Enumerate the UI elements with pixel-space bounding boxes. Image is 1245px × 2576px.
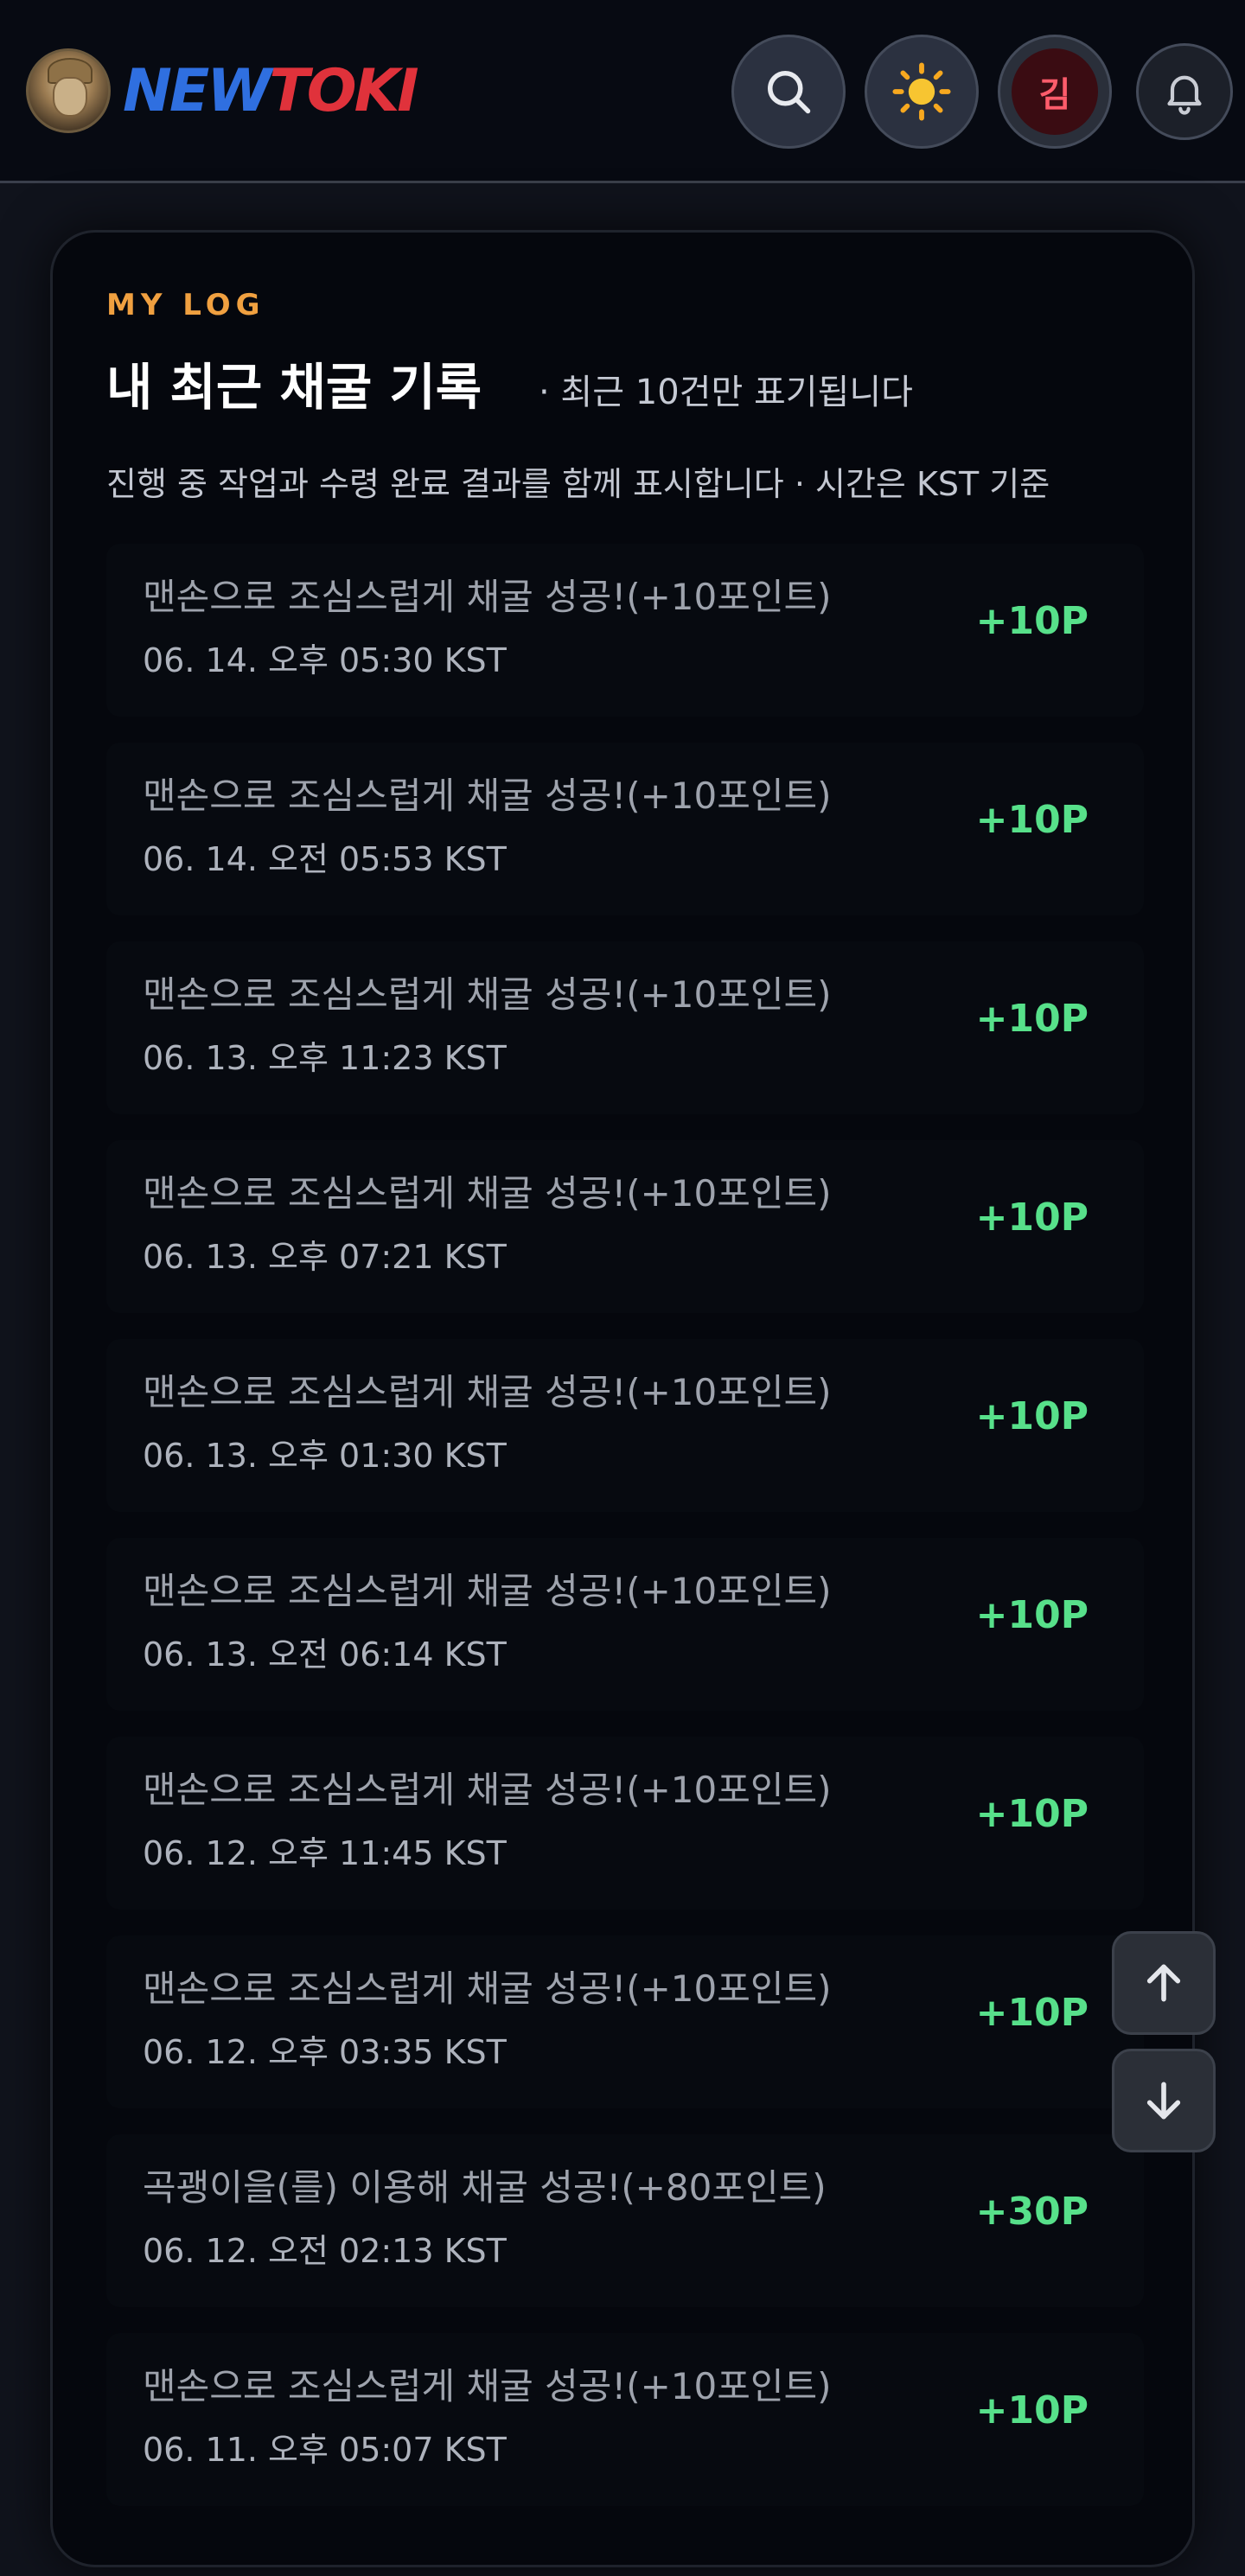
log-item-title: 맨손으로 조심스럽게 채굴 성공!(+10포인트) — [143, 973, 832, 1016]
log-item-title: 곡괭이을(를) 이용해 채굴 성공!(+80포인트) — [143, 2166, 827, 2209]
list-item: 맨손으로 조심스럽게 채굴 성공!(+10포인트) 06. 13. 오전 06:… — [106, 1538, 1144, 1711]
list-item: 곡괭이을(를) 이용해 채굴 성공!(+80포인트) 06. 12. 오전 02… — [106, 2134, 1144, 2307]
list-item: 맨손으로 조심스럽게 채굴 성공!(+10포인트) 06. 14. 오전 05:… — [106, 743, 1144, 915]
log-item-points: +30P — [975, 2190, 1089, 2234]
log-item-title: 맨손으로 조심스럽게 채굴 성공!(+10포인트) — [143, 1371, 832, 1413]
list-item: 맨손으로 조심스럽게 채굴 성공!(+10포인트) 06. 14. 오후 05:… — [106, 544, 1144, 717]
section-subtitle: 진행 중 작업과 수령 완료 결과를 함께 표시합니다 · 시간은 KST 기준 — [106, 465, 1050, 503]
log-item-title: 맨손으로 조심스럽게 채굴 성공!(+10포인트) — [143, 775, 832, 817]
log-item-time: 06. 13. 오후 07:21 KST — [143, 1238, 507, 1276]
log-item-time: 06. 12. 오후 11:45 KST — [143, 1834, 507, 1872]
list-item: 맨손으로 조심스럽게 채굴 성공!(+10포인트) 06. 12. 오후 11:… — [106, 1737, 1144, 1910]
log-item-title: 맨손으로 조심스럽게 채굴 성공!(+10포인트) — [143, 1570, 832, 1612]
log-item-points: +10P — [975, 997, 1089, 1041]
section-eyebrow: MY LOG — [106, 288, 265, 322]
arrow-up-icon — [1146, 1964, 1181, 2002]
log-item-points: +10P — [975, 2388, 1089, 2433]
site-logo-avatar[interactable] — [26, 48, 111, 133]
log-item-title: 맨손으로 조심스럽게 채굴 성공!(+10포인트) — [143, 1967, 832, 2010]
log-item-time: 06. 14. 오후 05:30 KST — [143, 641, 507, 679]
log-item-time: 06. 12. 오후 03:35 KST — [143, 2033, 507, 2071]
log-item-points: +10P — [975, 1792, 1089, 1836]
brand-part-toki: TOKI — [269, 57, 418, 125]
list-item: 맨손으로 조심스럽게 채굴 성공!(+10포인트) 06. 11. 오후 05:… — [106, 2333, 1144, 2506]
user-avatar: 김 — [1012, 48, 1098, 135]
log-item-time: 06. 11. 오후 05:07 KST — [143, 2431, 507, 2469]
log-item-points: +10P — [975, 798, 1089, 842]
user-initial: 김 — [1038, 75, 1071, 115]
log-item-time: 06. 14. 오전 05:53 KST — [143, 840, 507, 878]
log-item-points: +10P — [975, 1991, 1089, 2035]
search-button[interactable] — [731, 35, 846, 149]
log-item-title: 맨손으로 조심스럽게 채굴 성공!(+10포인트) — [143, 1172, 832, 1215]
log-item-title: 맨손으로 조심스럽게 채굴 성공!(+10포인트) — [143, 576, 832, 618]
list-item: 맨손으로 조심스럽게 채굴 성공!(+10포인트) 06. 12. 오후 03:… — [106, 1935, 1144, 2108]
list-item: 맨손으로 조심스럽게 채굴 성공!(+10포인트) 06. 13. 오후 01:… — [106, 1339, 1144, 1512]
page-title: 내 최근 채굴 기록 — [106, 358, 482, 417]
brand-part-new: NEW — [123, 57, 271, 125]
list-item: 맨손으로 조심스럽게 채굴 성공!(+10포인트) 06. 13. 오후 07:… — [106, 1140, 1144, 1313]
log-item-points: +10P — [975, 1593, 1089, 1637]
list-item: 맨손으로 조심스럽게 채굴 성공!(+10포인트) 06. 13. 오후 11:… — [106, 941, 1144, 1114]
log-item-time: 06. 12. 오전 02:13 KST — [143, 2232, 507, 2270]
site-logo-text[interactable]: NEWTOKI — [123, 55, 419, 128]
log-item-title: 맨손으로 조심스럽게 채굴 성공!(+10포인트) — [143, 2365, 832, 2407]
log-item-points: +10P — [975, 599, 1089, 643]
top-header: NEWTOKI 김 — [0, 0, 1245, 183]
user-profile-button[interactable]: 김 — [998, 35, 1112, 149]
log-list: 맨손으로 조심스럽게 채굴 성공!(+10포인트) 06. 14. 오후 05:… — [106, 544, 1144, 2532]
sun-icon — [892, 62, 951, 121]
face-shape — [53, 77, 87, 117]
arrow-down-icon — [1146, 2082, 1181, 2120]
log-item-points: +10P — [975, 1196, 1089, 1240]
log-item-points: +10P — [975, 1394, 1089, 1438]
mining-log-card: MY LOG 내 최근 채굴 기록 · 최근 10건만 표기됩니다 진행 중 작… — [50, 230, 1195, 2567]
log-item-time: 06. 13. 오후 11:23 KST — [143, 1039, 507, 1077]
scroll-to-bottom-button[interactable] — [1112, 2049, 1216, 2152]
notifications-button[interactable] — [1136, 43, 1233, 140]
scroll-to-top-button[interactable] — [1112, 1931, 1216, 2035]
log-item-title: 맨손으로 조심스럽게 채굴 성공!(+10포인트) — [143, 1769, 832, 1811]
log-item-time: 06. 13. 오후 01:30 KST — [143, 1437, 507, 1475]
search-icon — [768, 71, 811, 114]
bell-icon — [1167, 75, 1202, 115]
theme-toggle-button[interactable] — [865, 35, 979, 149]
title-note: · 최근 10건만 표기됩니다 — [539, 373, 913, 412]
log-item-time: 06. 13. 오전 06:14 KST — [143, 1636, 507, 1674]
